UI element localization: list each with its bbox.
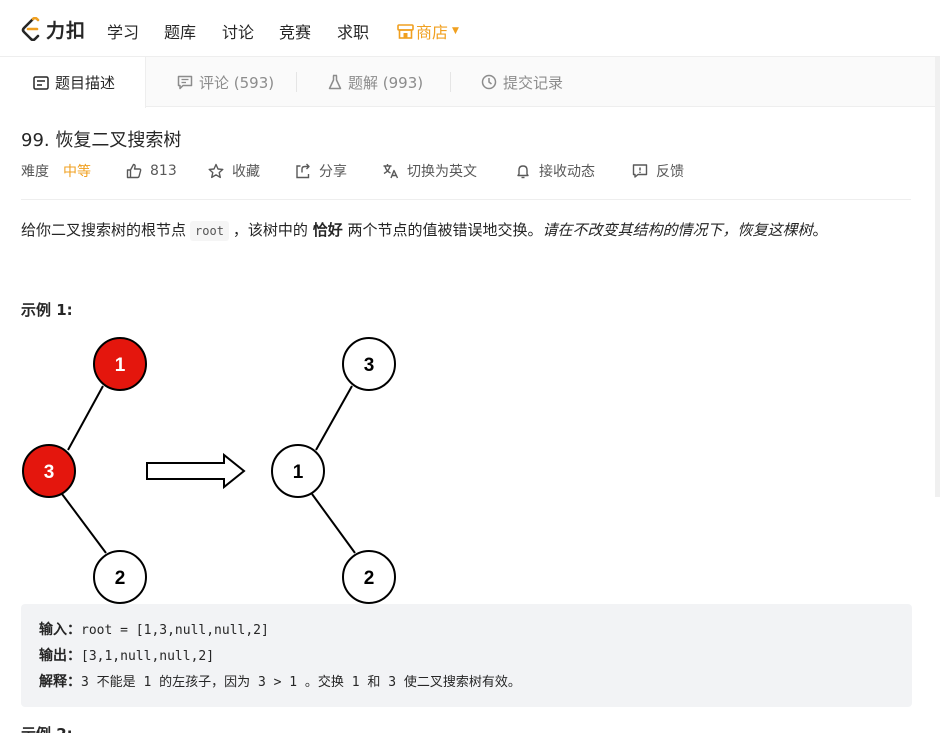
- output-label: 输出：: [39, 648, 81, 664]
- tree-node: 3: [342, 337, 396, 391]
- arrow-right-icon: [146, 452, 246, 490]
- node-label: 2: [364, 568, 375, 589]
- node-label: 3: [364, 355, 375, 376]
- favorite-button[interactable]: 收藏: [208, 160, 260, 182]
- node-label: 1: [115, 355, 126, 376]
- nav-contest[interactable]: 竞赛: [279, 19, 311, 43]
- follow-label: 接收动态: [539, 164, 595, 180]
- node-label: 3: [44, 462, 55, 483]
- tab-description[interactable]: 题目描述: [0, 57, 146, 108]
- tab-submissions-label: 提交记录: [503, 73, 564, 92]
- explain-value: 3 不能是 1 的左孩子，因为 3 > 1 。交换 1 和 3 使二叉搜索树有效…: [81, 675, 521, 690]
- bell-icon: [517, 165, 529, 179]
- like-button[interactable]: 813: [126, 160, 177, 182]
- star-icon: [208, 163, 224, 179]
- difficulty: 难度 中等: [21, 160, 91, 182]
- nav-store[interactable]: 商店 ▼: [397, 19, 459, 43]
- tab-solutions-label: 题解 (993): [348, 73, 424, 92]
- tree-node: 1: [271, 444, 325, 498]
- comment-icon: [177, 75, 193, 90]
- desc-bold: 恰好: [312, 221, 343, 239]
- example-output: 输出：[3,1,null,null,2]: [39, 643, 912, 669]
- tree-node-highlighted: 3: [22, 444, 76, 498]
- tree-edge: [311, 493, 356, 554]
- problem-title: 99. 恢复二叉搜索树: [21, 130, 182, 151]
- tree-edge: [315, 385, 353, 451]
- inline-code: root: [190, 221, 229, 241]
- tab-divider: [296, 72, 297, 92]
- section-divider: [21, 199, 911, 200]
- store-icon: [397, 23, 414, 39]
- output-value: [3,1,null,null,2]: [81, 649, 215, 664]
- description-icon: [33, 75, 49, 90]
- favorite-label: 收藏: [232, 164, 260, 180]
- example-explanation: 解释：3 不能是 1 的左孩子，因为 3 > 1 。交换 1 和 3 使二叉搜索…: [39, 669, 912, 695]
- desc-text: ，该树中的: [232, 221, 308, 239]
- problem-meta: 难度 中等 813 收藏 分享 切换为英文 接收动态 反馈: [21, 160, 911, 182]
- feedback-button[interactable]: 反馈: [632, 160, 684, 182]
- tab-description-label: 题目描述: [55, 74, 116, 92]
- problem-tabs: 题目描述 评论 (593) 题解 (993) 提交记录: [0, 57, 940, 108]
- logo[interactable]: 力扣: [20, 16, 86, 42]
- nav-discuss[interactable]: 讨论: [222, 19, 254, 43]
- store-label: 商店: [416, 23, 449, 42]
- tree-edge: [67, 385, 104, 451]
- nav-jobs[interactable]: 求职: [337, 19, 369, 43]
- chevron-down-icon: ▼: [452, 26, 459, 36]
- tab-submissions[interactable]: 提交记录: [481, 57, 563, 107]
- tab-divider: [450, 72, 451, 92]
- switch-language-button[interactable]: 切换为英文: [382, 160, 477, 182]
- brand-name: 力扣: [46, 19, 87, 42]
- nav-problems[interactable]: 题库: [164, 19, 196, 43]
- tree-node: 2: [342, 550, 396, 604]
- clock-icon: [481, 74, 497, 90]
- example-2-title: 示例 2:: [21, 723, 73, 733]
- desc-italic: 请在不改变其结构的情况下，恢复这棵树: [542, 221, 813, 239]
- flask-icon: [328, 74, 342, 90]
- share-button[interactable]: 分享: [295, 160, 347, 182]
- tree-edge: [61, 493, 107, 554]
- share-icon: [296, 163, 310, 179]
- scrollbar[interactable]: [935, 57, 940, 497]
- example-1-title: 示例 1:: [21, 301, 73, 319]
- nav-learn[interactable]: 学习: [107, 19, 139, 43]
- follow-button[interactable]: 接收动态: [515, 160, 595, 182]
- thumbs-up-icon: [126, 163, 142, 179]
- explain-label: 解释：: [39, 674, 81, 690]
- input-label: 输入：: [39, 622, 81, 638]
- translate-icon: [383, 164, 399, 179]
- desc-text: 。: [812, 221, 828, 239]
- node-label: 2: [115, 568, 126, 589]
- like-count: 813: [150, 163, 177, 179]
- tab-comments-label: 评论 (593): [199, 73, 275, 92]
- desc-text: 两个节点的值被错误地交换。: [347, 221, 543, 239]
- tree-node-highlighted: 1: [93, 337, 147, 391]
- input-value: root = [1,3,null,null,2]: [81, 623, 269, 638]
- feedback-icon: [632, 164, 648, 178]
- problem-description: 给你二叉搜索树的根节点 root ，该树中的 恰好 两个节点的值被错误地交换。请在不…: [21, 218, 828, 243]
- tree-node: 2: [93, 550, 147, 604]
- share-label: 分享: [319, 164, 347, 180]
- node-label: 1: [293, 462, 304, 483]
- example-1-box: 输入：root = [1,3,null,null,2] 输出：[3,1,null…: [21, 604, 912, 707]
- tree-diagram: 1 3 2 3 1 2: [22, 337, 396, 604]
- difficulty-label: 难度: [21, 164, 49, 180]
- desc-text: 给你二叉搜索树的根节点: [21, 221, 187, 239]
- feedback-label: 反馈: [656, 164, 684, 180]
- tab-solutions[interactable]: 题解 (993): [328, 57, 423, 107]
- top-navbar: 力扣 学习 题库 讨论 竞赛 求职 商店 ▼: [0, 0, 940, 57]
- tab-comments[interactable]: 评论 (593): [177, 57, 274, 107]
- example-input: 输入：root = [1,3,null,null,2]: [39, 617, 912, 643]
- leetcode-logo-icon: [21, 17, 40, 41]
- switch-language-label: 切换为英文: [407, 164, 477, 180]
- difficulty-value: 中等: [63, 164, 91, 180]
